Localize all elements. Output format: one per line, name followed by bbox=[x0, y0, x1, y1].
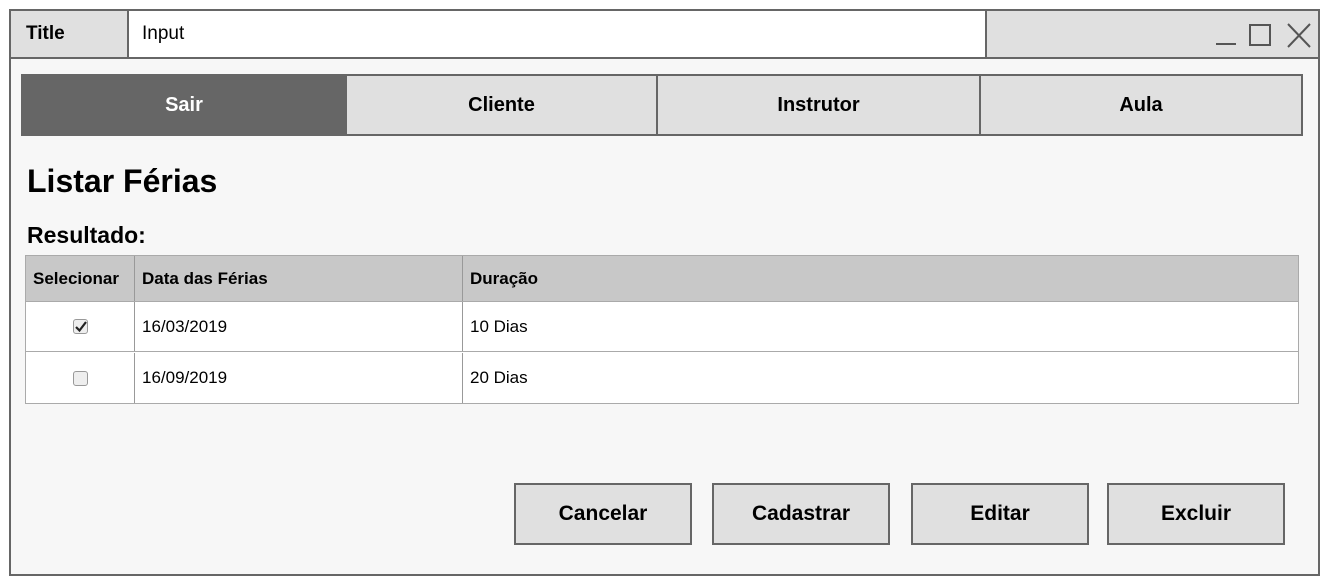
table-header: Selecionar Data das Férias Duração bbox=[26, 256, 1298, 302]
column-header-date: Data das Férias bbox=[134, 256, 462, 301]
close-icon[interactable] bbox=[1286, 23, 1312, 49]
row-checkbox-unchecked[interactable] bbox=[72, 370, 88, 386]
tab-instrutor[interactable]: Instrutor bbox=[656, 74, 981, 136]
app-window: Title Input Sair Cliente Instrutor Aula … bbox=[9, 9, 1320, 576]
select-cell bbox=[26, 353, 134, 403]
edit-button[interactable]: Editar bbox=[911, 483, 1089, 545]
window-controls bbox=[983, 11, 1318, 57]
title-bar: Title Input bbox=[11, 11, 1318, 59]
duration-cell: 20 Dias bbox=[462, 353, 1298, 403]
date-cell: 16/03/2019 bbox=[134, 302, 462, 351]
vacation-table: Selecionar Data das Férias Duração 16/03… bbox=[25, 255, 1299, 404]
window-title-input[interactable]: Input bbox=[129, 11, 987, 57]
tab-sair[interactable]: Sair bbox=[21, 74, 347, 136]
column-header-duration: Duração bbox=[462, 256, 1298, 301]
tab-cliente[interactable]: Cliente bbox=[345, 74, 658, 136]
window-title-label: Title bbox=[11, 11, 129, 57]
select-cell bbox=[26, 302, 134, 351]
main-nav: Sair Cliente Instrutor Aula bbox=[21, 74, 1303, 136]
table-row[interactable]: 16/09/2019 20 Dias bbox=[26, 353, 1298, 403]
row-checkbox-checked[interactable] bbox=[72, 319, 88, 334]
maximize-icon[interactable] bbox=[1248, 23, 1272, 47]
create-button[interactable]: Cadastrar bbox=[712, 483, 890, 545]
result-label: Resultado: bbox=[27, 222, 146, 248]
minimize-icon[interactable] bbox=[1214, 23, 1238, 47]
tab-aula[interactable]: Aula bbox=[979, 74, 1303, 136]
column-header-select: Selecionar bbox=[33, 268, 119, 288]
cancel-button[interactable]: Cancelar bbox=[514, 483, 692, 545]
duration-cell: 10 Dias bbox=[462, 302, 1298, 351]
page-title: Listar Férias bbox=[27, 163, 218, 199]
checkmark-icon bbox=[74, 321, 87, 333]
delete-button[interactable]: Excluir bbox=[1107, 483, 1285, 545]
date-cell: 16/09/2019 bbox=[134, 353, 462, 403]
table-row[interactable]: 16/03/2019 10 Dias bbox=[26, 302, 1298, 352]
